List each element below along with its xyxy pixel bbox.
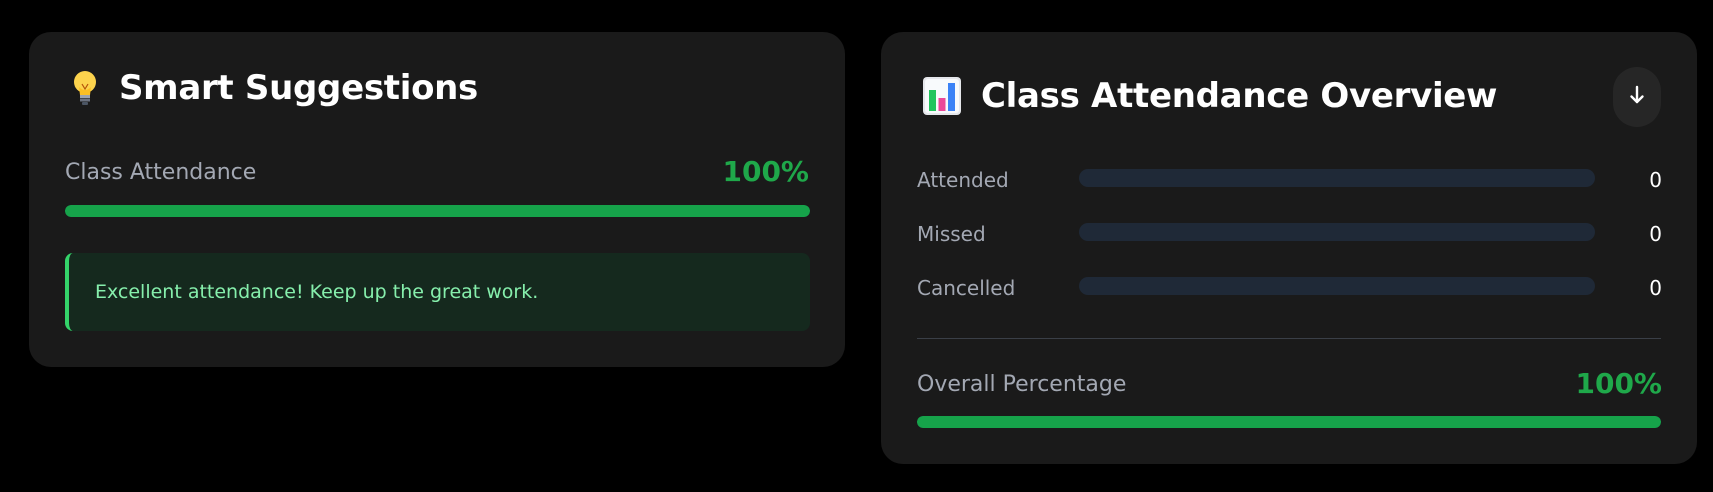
class-attendance-label: Class Attendance [65,160,257,185]
class-attendance-progress-fill [65,205,810,217]
bar-chart-icon [923,77,961,115]
missed-bar [1079,223,1595,241]
overall-percentage-label: Overall Percentage [917,372,1127,397]
divider [917,338,1661,339]
arrow-down-icon [1629,85,1645,109]
attendance-overview-title: Class Attendance Overview [981,76,1498,116]
cancelled-bar [1079,277,1595,295]
cancelled-label: Cancelled [917,276,1016,300]
attended-value: 0 [1649,168,1662,192]
suggestion-message-box: Excellent attendance! Keep up the great … [65,253,810,331]
suggestion-message: Excellent attendance! Keep up the great … [95,281,539,303]
class-attendance-progress-bar [65,205,810,217]
attended-bar [1079,169,1595,187]
overall-percentage-progress-bar [917,416,1661,428]
missed-value: 0 [1649,222,1662,246]
class-attendance-percent: 100% [722,155,809,188]
cancelled-value: 0 [1649,276,1662,300]
smart-suggestions-title: Smart Suggestions [119,68,478,108]
smart-suggestions-header: Smart Suggestions [71,68,478,108]
overall-percentage-progress-fill [917,416,1661,428]
attendance-overview-card: Class Attendance Overview Attended 0 Mis… [881,32,1697,464]
overall-percentage-value: 100% [1575,367,1662,400]
attended-label: Attended [917,168,1009,192]
download-button[interactable] [1613,67,1661,127]
lightbulb-icon [71,69,99,107]
missed-label: Missed [917,222,986,246]
attendance-overview-header: Class Attendance Overview [923,76,1497,116]
smart-suggestions-card: Smart Suggestions Class Attendance 100% … [29,32,845,367]
